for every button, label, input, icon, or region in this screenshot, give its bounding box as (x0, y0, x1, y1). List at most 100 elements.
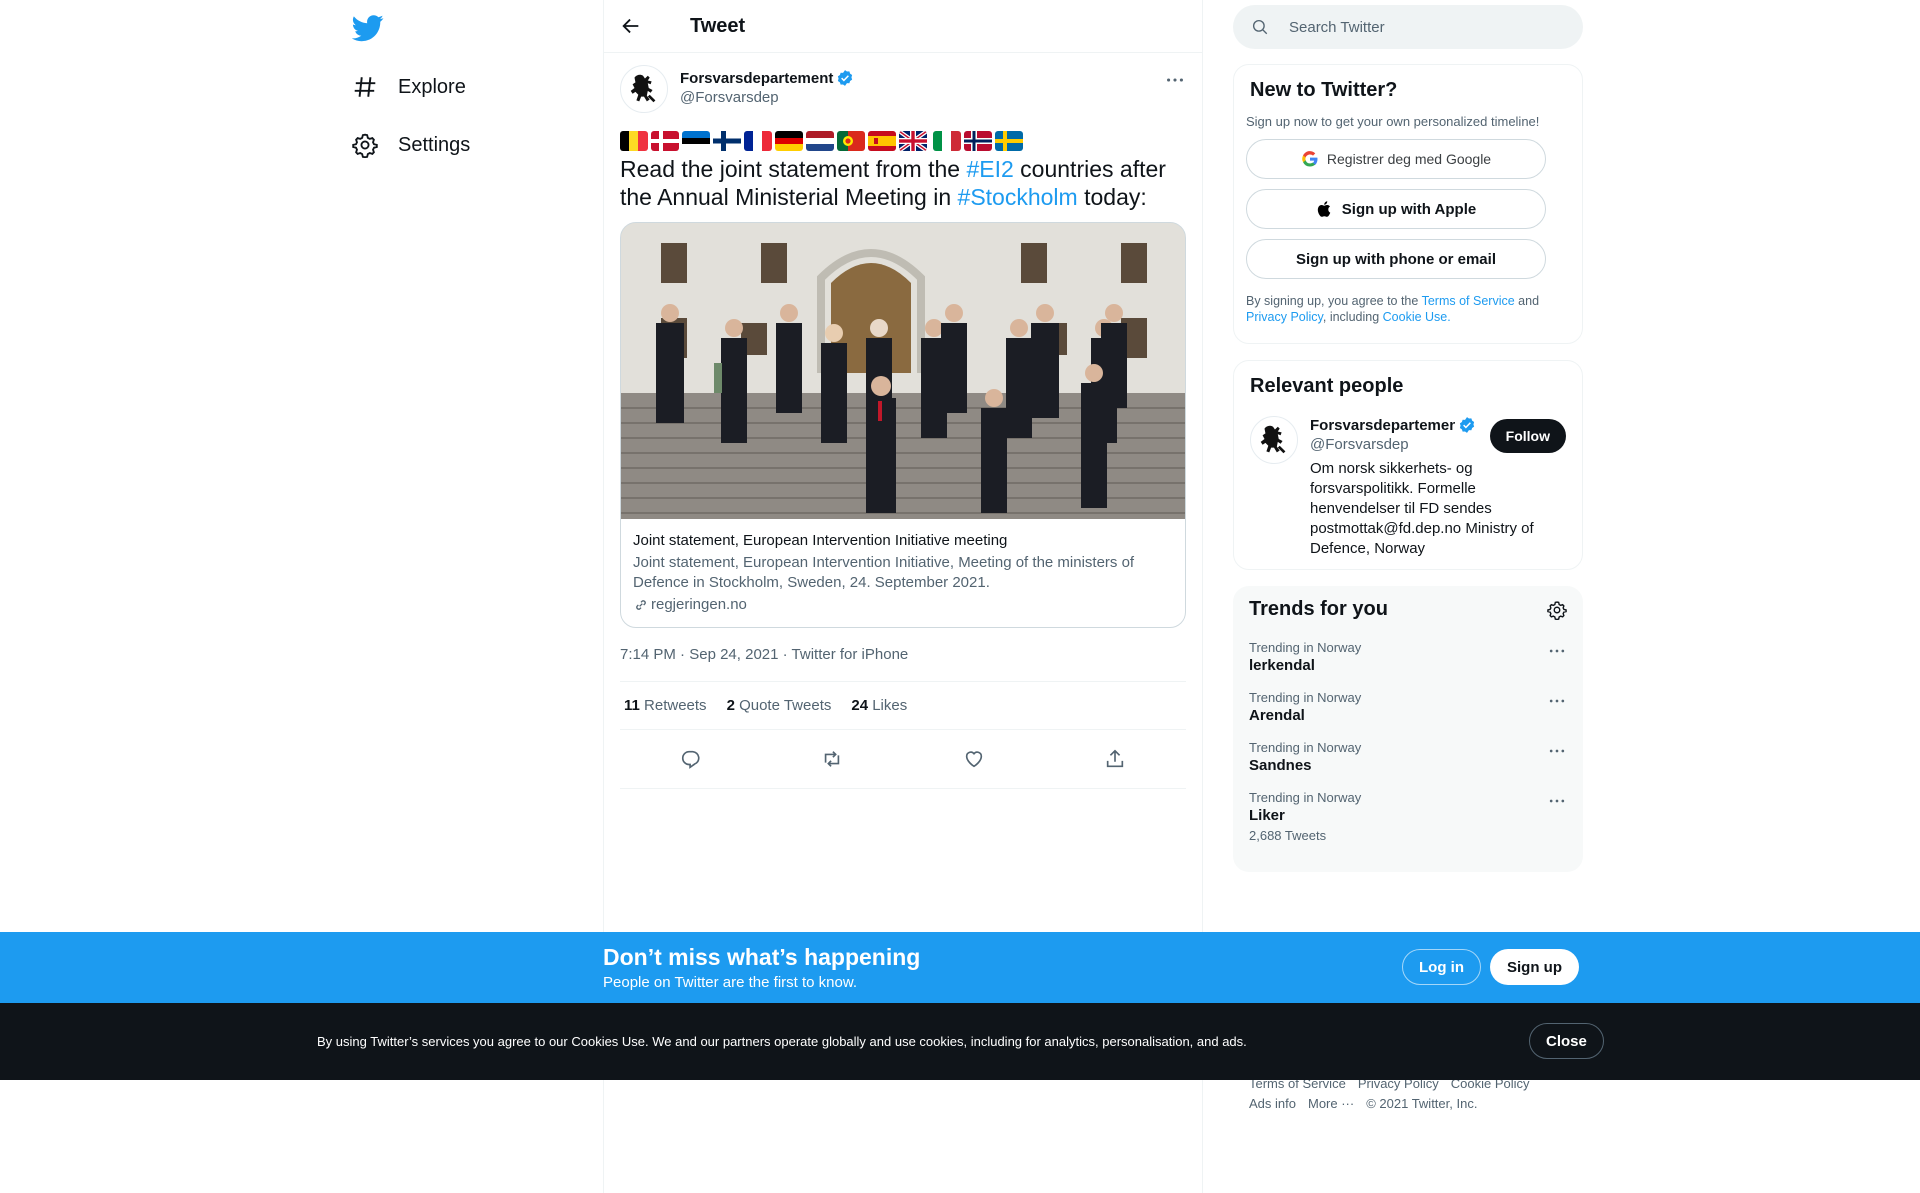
relevant-people-panel: Relevant people Forsvarsdepartement @For… (1233, 360, 1583, 570)
like-button[interactable] (955, 740, 993, 778)
more-options-icon[interactable] (1547, 741, 1567, 761)
quote-tweets-stat[interactable]: 2 Quote Tweets (727, 697, 832, 714)
flag-emoji-row (620, 130, 1186, 152)
legal-text-2: and (1514, 294, 1540, 308)
reply-button[interactable] (672, 740, 710, 778)
timestamp-separator: · (778, 646, 792, 663)
sweden-flag-icon (995, 131, 1023, 151)
tweet-time[interactable]: 7:14 PM (620, 646, 676, 663)
share-button[interactable] (1096, 740, 1134, 778)
relevant-person-handle: @Forsvarsdep (1310, 436, 1409, 453)
search-bar[interactable] (1233, 5, 1583, 49)
retweets-label: Retweets (644, 697, 707, 714)
link-icon (636, 600, 646, 610)
more-options-icon[interactable] (1547, 791, 1567, 811)
more-options-icon[interactable] (1547, 641, 1567, 661)
nav-settings[interactable]: Settings (352, 125, 470, 165)
tweet-text-1: Read the joint statement from the (620, 156, 967, 182)
norway-flag-icon (964, 131, 992, 151)
signup-legal-text: By signing up, you agree to the Terms of… (1246, 293, 1570, 325)
footer-more-link[interactable]: More ··· (1308, 1096, 1354, 1111)
tweet-text: Read the joint statement from the #EI2 c… (620, 155, 1186, 211)
tweet-source[interactable]: Twitter for iPhone (792, 646, 909, 663)
legal-text-3: , including (1322, 310, 1383, 324)
hashtag-ei2[interactable]: #EI2 (966, 156, 1013, 182)
heart-icon (965, 751, 982, 768)
terms-of-service-link[interactable]: Terms of Service (1422, 294, 1515, 308)
tweet-actions (620, 730, 1186, 789)
tweet-author: Forsvarsdepartement @Forsvarsdep (620, 53, 1186, 113)
page-title: Tweet (690, 14, 746, 37)
tweet-timestamp: 7:14 PM · Sep 24, 2021 · Twitter for iPh… (620, 628, 1186, 682)
card-photo[interactable] (621, 223, 1185, 519)
search-input[interactable] (1289, 18, 1549, 36)
card-domain: regjeringen.no (633, 595, 1173, 615)
retweets-stat[interactable]: 11 Retweets (624, 697, 707, 714)
author-name-line[interactable]: Forsvarsdepartement (680, 69, 854, 87)
legal-text-1: By signing up, you agree to the (1246, 294, 1422, 308)
back-arrow-icon[interactable] (620, 15, 642, 37)
trend-name: lerkendal (1249, 657, 1315, 674)
verified-badge-icon (1459, 417, 1475, 433)
tweet: Forsvarsdepartement @Forsvarsdep Read th… (604, 53, 1202, 789)
france-flag-icon (744, 131, 772, 151)
twitter-logo-icon[interactable] (352, 12, 384, 44)
more-options-icon[interactable] (1547, 691, 1567, 711)
gear-icon (352, 133, 378, 158)
new-to-twitter-title: New to Twitter? (1250, 79, 1398, 101)
relevant-person-name: Forsvarsdepartement (1310, 416, 1455, 434)
cookie-consent-text: By using Twitter’s services you agree to… (317, 1034, 1247, 1049)
more-options-icon[interactable] (1164, 69, 1186, 91)
nav-settings-label: Settings (398, 133, 471, 156)
netherlands-flag-icon (806, 131, 834, 151)
cookie-close-button[interactable]: Close (1529, 1023, 1604, 1059)
trend-item[interactable]: Trending in Norway Liker 2,688 Tweets (1233, 783, 1583, 852)
retweet-icon (825, 751, 840, 767)
footer-ads-link[interactable]: Ads info (1249, 1096, 1296, 1111)
likes-label: Likes (872, 697, 908, 714)
quote-tweets-count: 2 (726, 697, 735, 714)
google-signup-label: Registrer deg med Google (1326, 151, 1492, 167)
trend-name: Liker (1249, 807, 1285, 824)
author-handle[interactable]: @Forsvarsdep (680, 89, 854, 106)
norway-lion-icon (630, 74, 656, 103)
link-card[interactable]: Joint statement, European Intervention I… (620, 222, 1186, 628)
nav-explore[interactable]: Explore (352, 67, 466, 107)
signup-button[interactable]: Sign up (1490, 949, 1579, 985)
signup-banner: Don’t miss what’s happening People on Tw… (0, 932, 1920, 1003)
trend-item[interactable]: Trending in Norway Arendal (1233, 683, 1583, 733)
belgium-flag-icon (620, 131, 648, 151)
phone-email-signup-label: Sign up with phone or email (1295, 250, 1496, 268)
verified-badge-icon (838, 70, 853, 86)
footer-copyright: © 2021 Twitter, Inc. (1366, 1096, 1478, 1111)
nav-explore-label: Explore (398, 75, 466, 98)
google-signup-button[interactable]: Registrer deg med Google (1246, 139, 1546, 179)
trend-count: 2,688 Tweets (1249, 828, 1327, 843)
trend-context: Trending in Norway (1249, 690, 1362, 705)
hashtag-stockholm[interactable]: #Stockholm (958, 184, 1078, 210)
quote-tweets-label: Quote Tweets (739, 697, 832, 714)
trend-item[interactable]: Trending in Norway Sandnes (1233, 733, 1583, 783)
relevant-person[interactable]: Forsvarsdepartement @Forsvarsdep Om nors… (1250, 416, 1566, 559)
trend-context: Trending in Norway (1249, 740, 1362, 755)
avatar[interactable] (1250, 416, 1298, 464)
apple-signup-button[interactable]: Sign up with Apple (1246, 189, 1546, 229)
privacy-policy-link[interactable]: Privacy Policy (1246, 310, 1323, 324)
follow-button[interactable]: Follow (1489, 419, 1566, 453)
new-to-twitter-panel: New to Twitter? Sign up now to get your … (1233, 64, 1583, 344)
tweet-date[interactable]: Sep 24, 2021 (689, 646, 778, 663)
gear-icon[interactable] (1547, 600, 1567, 620)
phone-email-signup-button[interactable]: Sign up with phone or email (1246, 239, 1546, 279)
card-title: Joint statement, European Intervention I… (633, 532, 1008, 549)
apple-signup-label: Sign up with Apple (1341, 200, 1477, 218)
login-button[interactable]: Log in (1402, 949, 1481, 985)
retweet-button[interactable] (813, 740, 851, 778)
new-to-twitter-subtitle: Sign up now to get your own personalized… (1246, 114, 1540, 129)
avatar[interactable] (620, 65, 668, 113)
trend-context: Trending in Norway (1249, 790, 1362, 805)
likes-stat[interactable]: 24 Likes (851, 697, 907, 714)
cookie-use-link[interactable]: Cookie Use (1383, 310, 1448, 324)
timestamp-separator: · (675, 646, 690, 663)
trend-item[interactable]: Trending in Norway lerkendal (1233, 633, 1583, 683)
trend-name: Sandnes (1249, 757, 1312, 774)
